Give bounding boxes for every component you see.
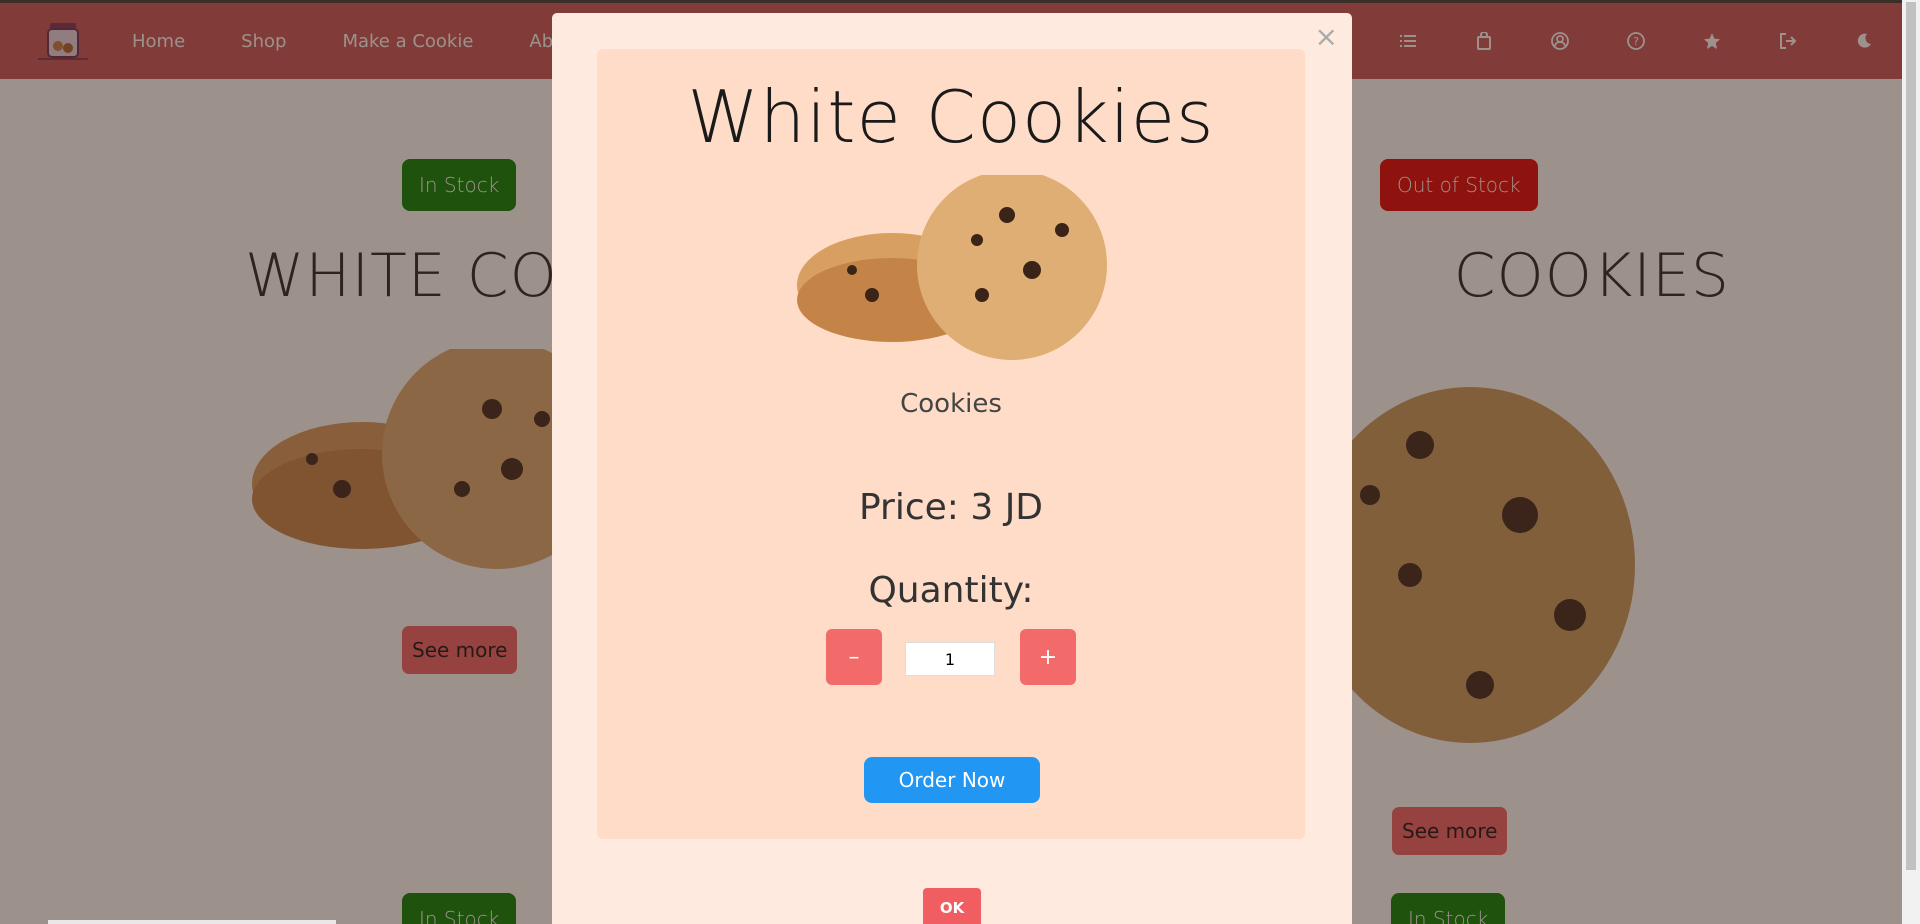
product-image — [797, 170, 1117, 369]
horizontal-scrollbar[interactable] — [48, 920, 336, 924]
increase-quantity-button[interactable]: + — [1020, 629, 1076, 685]
scrollbar-thumb[interactable] — [1906, 2, 1916, 870]
quantity-input[interactable] — [905, 642, 995, 676]
order-now-button[interactable]: Order Now — [864, 757, 1040, 803]
ok-button[interactable]: OK — [923, 888, 981, 924]
modal-content: White Cookies Cookies Price: 3 JD Quanti… — [597, 49, 1305, 839]
quantity-label: Quantity: — [868, 570, 1034, 611]
decrease-quantity-button[interactable]: – — [826, 629, 882, 685]
quantity-stepper: – + — [597, 629, 1305, 685]
product-price: Price: 3 JD — [858, 487, 1044, 528]
product-modal: × White Cookies Cookies Price: 3 JD Quan… — [552, 13, 1352, 924]
product-category: Cookies — [900, 389, 1002, 419]
modal-title: White Cookies — [687, 75, 1215, 159]
close-icon[interactable]: × — [1315, 23, 1338, 51]
vertical-scrollbar[interactable] — [1902, 0, 1920, 924]
